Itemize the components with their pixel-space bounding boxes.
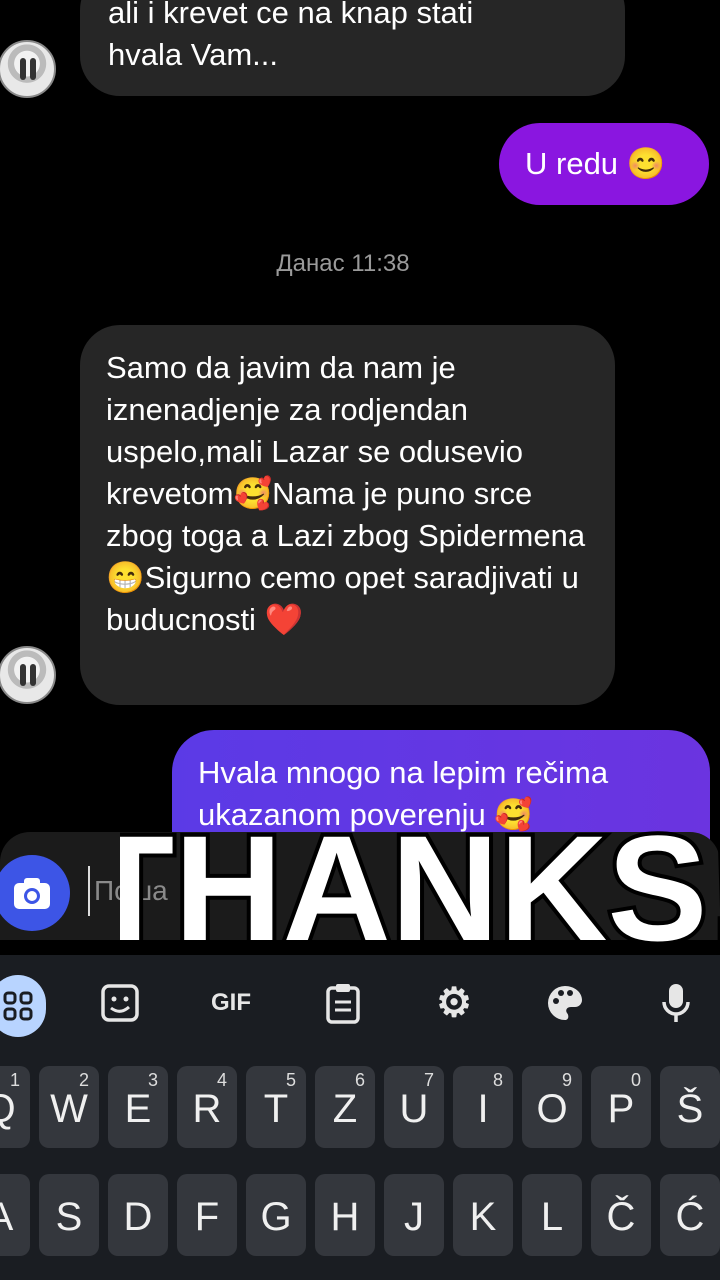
key-j[interactable]: J <box>384 1174 444 1256</box>
sticker-icon[interactable] <box>92 975 148 1031</box>
key-i[interactable]: I8 <box>453 1066 513 1148</box>
gif-button[interactable]: GIF <box>203 975 259 1031</box>
key-d[interactable]: D <box>108 1174 168 1256</box>
camera-icon <box>14 878 50 909</box>
key-r[interactable]: R4 <box>177 1066 237 1148</box>
clipboard-icon[interactable] <box>315 975 371 1031</box>
key-e[interactable]: E3 <box>108 1066 168 1148</box>
key-k[interactable]: K <box>453 1174 513 1256</box>
key-w[interactable]: W2 <box>39 1066 99 1148</box>
key-q[interactable]: Q1 <box>0 1066 30 1148</box>
key-c-caron[interactable]: Č <box>591 1174 651 1256</box>
key-p[interactable]: P0 <box>591 1066 651 1148</box>
date-separator: Данас 11:38 <box>276 250 410 277</box>
key-c-acute[interactable]: Ć <box>660 1174 720 1256</box>
key-u[interactable]: U7 <box>384 1066 444 1148</box>
key-t[interactable]: T5 <box>246 1066 306 1148</box>
key-s-caron[interactable]: Š <box>660 1066 720 1148</box>
key-f[interactable]: F <box>177 1174 237 1256</box>
key-a[interactable]: A <box>0 1174 30 1256</box>
incoming-message[interactable]: Samo da javim da nam je iznenadjenje za … <box>80 325 615 705</box>
key-l[interactable]: L <box>522 1174 582 1256</box>
key-g[interactable]: G <box>246 1174 306 1256</box>
contact-avatar[interactable] <box>0 40 56 98</box>
key-s[interactable]: S <box>39 1174 99 1256</box>
key-z[interactable]: Z6 <box>315 1066 375 1148</box>
key-o[interactable]: O9 <box>522 1066 582 1148</box>
message-input[interactable]: Поша <box>88 866 634 916</box>
gear-icon[interactable]: ⚙ <box>426 975 482 1031</box>
incoming-message[interactable]: ali i krevet ce na knap stati hvala Vam.… <box>80 0 625 96</box>
key-h[interactable]: H <box>315 1174 375 1256</box>
mic-icon[interactable] <box>648 975 704 1031</box>
outgoing-message[interactable]: U redu 😊 <box>499 123 709 205</box>
palette-icon[interactable] <box>537 975 593 1031</box>
contact-avatar[interactable] <box>0 646 56 704</box>
